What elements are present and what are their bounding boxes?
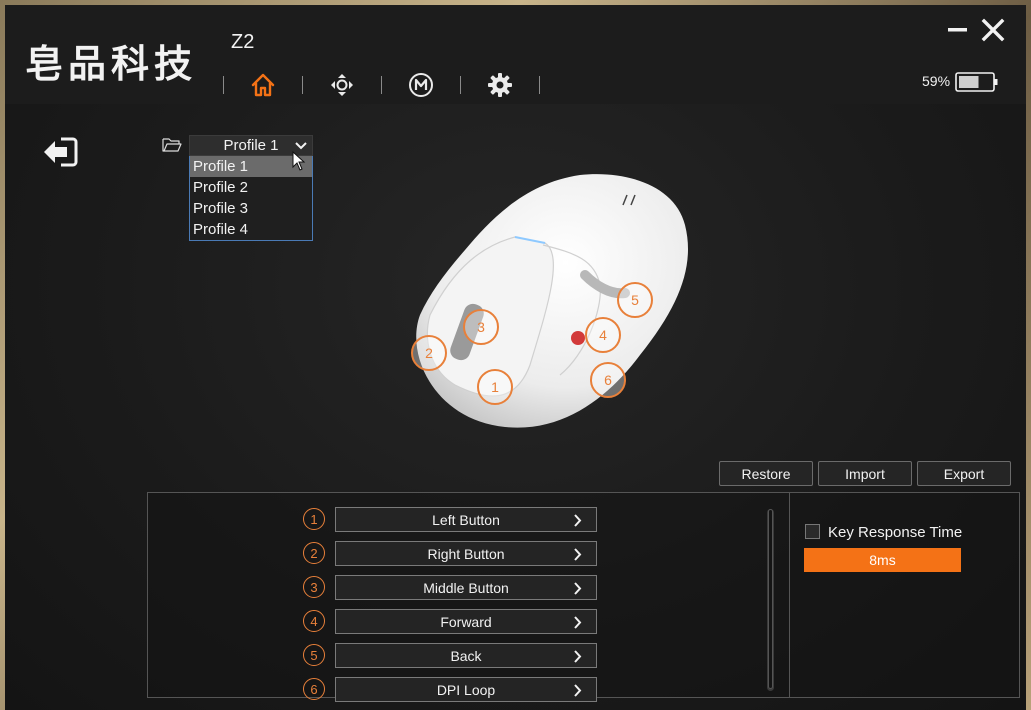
button-assignment-panel: 1 Left Button 2 Right Button 3 Middle Bu…	[147, 492, 1020, 702]
mouse-button-marker-label: 3	[477, 319, 485, 335]
chevron-right-icon	[574, 548, 582, 561]
folder-icon[interactable]	[162, 137, 182, 152]
chevron-right-icon	[574, 582, 582, 595]
button-assignment-label: Forward	[440, 613, 492, 630]
profile-option[interactable]: Profile 3	[190, 198, 312, 219]
button-assignment[interactable]: Right Button	[335, 541, 597, 566]
export-button[interactable]: Export	[917, 461, 1011, 486]
profile-option[interactable]: Profile 2	[190, 177, 312, 198]
chevron-right-icon	[574, 514, 582, 527]
home-icon	[251, 73, 275, 97]
import-button[interactable]: Import	[818, 461, 912, 486]
button-assignment-label: Middle Button	[423, 579, 509, 596]
exit-icon[interactable]	[41, 135, 79, 169]
button-assignment-label: Back	[450, 647, 482, 664]
scrollbar[interactable]	[767, 509, 774, 691]
button-number-badge: 6	[303, 678, 325, 700]
nav-buttons-button[interactable]	[303, 67, 381, 103]
button-number-badge: 5	[303, 644, 325, 666]
button-assignment-label: DPI Loop	[436, 681, 496, 698]
button-assignment[interactable]: DPI Loop	[335, 677, 597, 702]
mouse-cursor-icon	[292, 151, 306, 171]
button-assignment[interactable]: Back	[335, 643, 597, 668]
button-assignment[interactable]: Middle Button	[335, 575, 597, 600]
button-assignment-label: Right Button	[427, 545, 505, 562]
restore-button[interactable]: Restore	[719, 461, 813, 486]
minimize-icon[interactable]	[945, 17, 971, 43]
mouse-illustration: 1 2 3 4 5 6	[411, 174, 688, 428]
model-name: Z2	[231, 31, 255, 53]
button-assignment-label: Left Button	[432, 511, 500, 528]
battery-icon	[955, 72, 998, 92]
chevron-down-icon	[295, 142, 307, 150]
title-bar: 皂品科技 Z2 59%	[5, 5, 1026, 104]
button-number-badge: 4	[303, 610, 325, 632]
profile-option[interactable]: Profile 4	[190, 219, 312, 240]
battery-percent: 59%	[922, 73, 951, 89]
mouse-button-marker-label: 4	[599, 327, 607, 343]
mouse-button-marker-label: 5	[631, 292, 639, 308]
mouse-button-marker-label: 2	[425, 345, 433, 361]
nav-home-button[interactable]	[224, 67, 302, 103]
mouse-button-marker-label: 6	[604, 372, 612, 388]
nav-divider	[539, 76, 540, 94]
scrollbar-thumb[interactable]	[768, 509, 773, 689]
brand-logo: 皂品科技	[25, 42, 198, 86]
close-icon[interactable]	[980, 17, 1006, 43]
move-arrows-icon	[331, 74, 353, 96]
mouse-button-marker-label: 1	[491, 379, 499, 395]
button-assignment[interactable]: Left Button	[335, 507, 597, 532]
chevron-right-icon	[574, 650, 582, 663]
nav-settings-button[interactable]	[461, 67, 539, 103]
button-number-badge: 1	[303, 508, 325, 530]
key-response-value[interactable]: 8ms	[804, 548, 961, 572]
key-response-label: Key Response Time	[828, 524, 963, 541]
chevron-right-icon	[574, 684, 582, 697]
app-window: 皂品科技 Z2 59% Profile 1 Profile 1 Profile …	[5, 5, 1026, 710]
key-response-checkbox[interactable]	[805, 524, 820, 539]
main-nav	[223, 67, 540, 103]
nav-macro-button[interactable]	[382, 67, 460, 103]
gear-icon	[488, 73, 512, 97]
button-number-badge: 3	[303, 576, 325, 598]
macro-m-icon	[409, 73, 433, 97]
button-assignment[interactable]: Forward	[335, 609, 597, 634]
panel-divider	[789, 493, 790, 697]
profile-selected-label: Profile 1	[223, 137, 279, 154]
button-number-badge: 2	[303, 542, 325, 564]
chevron-right-icon	[574, 616, 582, 629]
